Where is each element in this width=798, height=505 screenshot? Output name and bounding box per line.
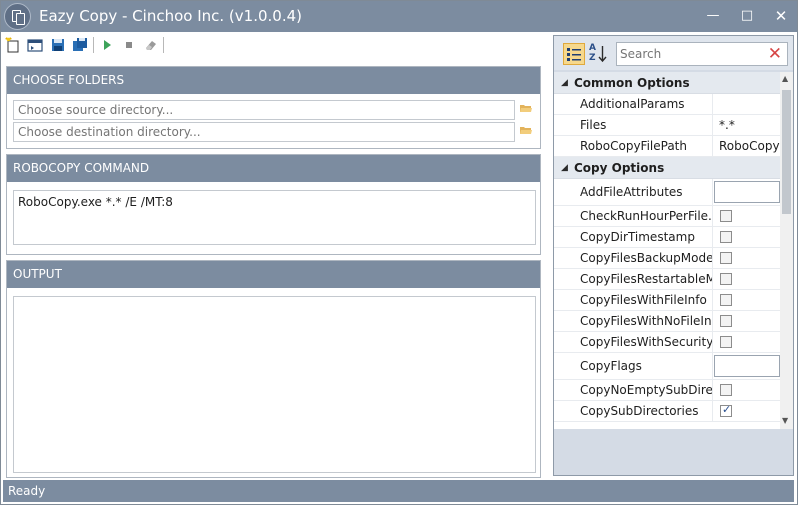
browse-destination-folder-icon[interactable]	[520, 125, 532, 135]
property-checkbox[interactable]	[720, 273, 732, 285]
property-search-box: ✕	[616, 42, 788, 66]
robocopy-command-panel: ROBOCOPY COMMAND RoboCopy.exe *.* /E /MT…	[6, 154, 541, 255]
clear-search-icon[interactable]: ✕	[768, 44, 782, 64]
property-row[interactable]: CopyFilesBackupMode	[554, 248, 780, 269]
property-checkbox[interactable]	[720, 252, 732, 264]
sort-down-arrow-icon	[598, 46, 607, 63]
property-name: CopyFilesWithNoFileIn...	[566, 311, 713, 331]
property-row[interactable]: CheckRunHourPerFile...	[554, 206, 780, 227]
property-list: ◢ Common Options AdditionalParams Files …	[554, 72, 780, 429]
output-panel: OUTPUT	[6, 260, 541, 478]
property-name: CopyFilesWithFileInfo	[566, 290, 713, 310]
category-copy-options[interactable]: ◢ Copy Options	[554, 157, 780, 179]
save-icon[interactable]	[49, 36, 67, 54]
source-directory-row	[13, 100, 539, 120]
new-icon[interactable]	[4, 36, 22, 54]
property-row[interactable]: CopyDirTimestamp	[554, 227, 780, 248]
robocopy-command-textbox[interactable]: RoboCopy.exe *.* /E /MT:8	[13, 190, 536, 245]
alpha-z-label: Z	[589, 53, 596, 63]
property-row[interactable]: RoboCopyFilePath RoboCopy	[554, 136, 780, 157]
property-row[interactable]: CopyFlags	[554, 353, 780, 380]
collapse-triangle-icon[interactable]: ◢	[561, 157, 568, 179]
scroll-up-arrow-icon[interactable]: ▲	[782, 74, 788, 83]
property-name: CopyFilesRestartableM...	[566, 269, 713, 289]
property-row[interactable]: Files *.*	[554, 115, 780, 136]
property-checkbox[interactable]	[720, 384, 732, 396]
run-icon[interactable]	[98, 36, 116, 54]
property-value[interactable]: *.*	[717, 115, 780, 135]
property-checkbox[interactable]	[720, 294, 732, 306]
property-name: AddFileAttributes	[566, 179, 713, 205]
app-logo-icon	[4, 3, 31, 30]
destination-directory-input[interactable]	[13, 122, 515, 142]
property-row[interactable]: CopyFilesWithFileInfo	[554, 290, 780, 311]
property-row[interactable]: CopyFilesRestartableM...	[554, 269, 780, 290]
alphabetical-view-button[interactable]: A Z	[587, 43, 609, 65]
property-checkbox-checked[interactable]: ✓	[720, 403, 732, 417]
property-name: CopySubDirectories	[566, 401, 713, 421]
options-property-grid: A Z ✕ ◢ Common Options AdditionalParams …	[553, 35, 794, 476]
property-row[interactable]: AddFileAttributes	[554, 179, 780, 206]
property-value[interactable]: RoboCopy	[717, 136, 780, 156]
property-editor-box[interactable]	[714, 355, 780, 377]
category-label: Common Options	[574, 76, 690, 90]
clear-icon[interactable]	[142, 36, 160, 54]
choose-folders-panel: CHOOSE FOLDERS	[6, 66, 541, 149]
main-window: Eazy Copy - Cinchoo Inc. (v1.0.0.4) — □ …	[0, 0, 798, 505]
save-as-icon[interactable]	[71, 36, 89, 54]
property-description-area	[554, 430, 793, 475]
property-row[interactable]: CopyNoEmptySubDire...	[554, 380, 780, 401]
status-bar: Ready	[3, 480, 794, 502]
scroll-down-arrow-icon[interactable]: ▼	[782, 416, 788, 425]
property-grid-toolbar: A Z ✕	[554, 36, 793, 70]
property-name: CopyFlags	[566, 353, 713, 379]
property-name: AdditionalParams	[566, 94, 713, 114]
source-directory-input[interactable]	[13, 100, 515, 120]
property-row[interactable]: CopySubDirectories ✓	[554, 401, 780, 422]
category-common-options[interactable]: ◢ Common Options	[554, 72, 780, 94]
property-row[interactable]: CopyFilesWithSecurity	[554, 332, 780, 353]
property-checkbox[interactable]	[720, 231, 732, 243]
property-row[interactable]: CopyFilesWithNoFileIn...	[554, 311, 780, 332]
window-title: Eazy Copy - Cinchoo Inc. (v1.0.0.4)	[39, 7, 302, 25]
toolbar-separator	[163, 37, 164, 53]
categorized-view-button[interactable]	[563, 43, 585, 65]
property-search-input[interactable]	[620, 46, 760, 62]
minimize-button[interactable]: —	[704, 7, 722, 25]
property-name: CheckRunHourPerFile...	[566, 206, 713, 226]
property-editor-box[interactable]	[714, 181, 780, 203]
checkmark-icon: ✓	[722, 403, 732, 416]
destination-directory-row	[13, 122, 539, 142]
property-row[interactable]: AdditionalParams	[554, 94, 780, 115]
property-name: CopyDirTimestamp	[566, 227, 713, 247]
title-bar: Eazy Copy - Cinchoo Inc. (v1.0.0.4) — □ …	[1, 1, 797, 32]
browse-source-folder-icon[interactable]	[520, 103, 532, 113]
property-name: Files	[566, 115, 713, 135]
main-toolbar	[3, 34, 543, 56]
property-value[interactable]	[717, 94, 780, 114]
property-name: CopyNoEmptySubDire...	[566, 380, 713, 400]
robocopy-command-header: ROBOCOPY COMMAND	[7, 155, 540, 182]
choose-folders-header: CHOOSE FOLDERS	[7, 67, 540, 94]
categorized-icon	[567, 48, 581, 61]
property-name: CopyFilesBackupMode	[566, 248, 713, 268]
scrollbar-thumb[interactable]	[782, 90, 791, 214]
alpha-a-label: A	[589, 43, 596, 53]
stop-icon[interactable]	[120, 36, 138, 54]
property-list-scrollbar[interactable]: ▲ ▼	[780, 72, 793, 429]
maximize-button[interactable]: □	[738, 7, 756, 25]
property-checkbox[interactable]	[720, 336, 732, 348]
output-header: OUTPUT	[7, 261, 540, 288]
property-checkbox[interactable]	[720, 315, 732, 327]
output-textbox[interactable]	[13, 296, 536, 473]
open-icon[interactable]	[26, 36, 44, 54]
property-name: CopyFilesWithSecurity	[566, 332, 713, 352]
close-button[interactable]: ✕	[772, 7, 790, 25]
category-label: Copy Options	[574, 161, 665, 175]
property-checkbox[interactable]	[720, 210, 732, 222]
property-name: RoboCopyFilePath	[566, 136, 713, 156]
toolbar-separator	[93, 37, 94, 53]
collapse-triangle-icon[interactable]: ◢	[561, 72, 568, 94]
